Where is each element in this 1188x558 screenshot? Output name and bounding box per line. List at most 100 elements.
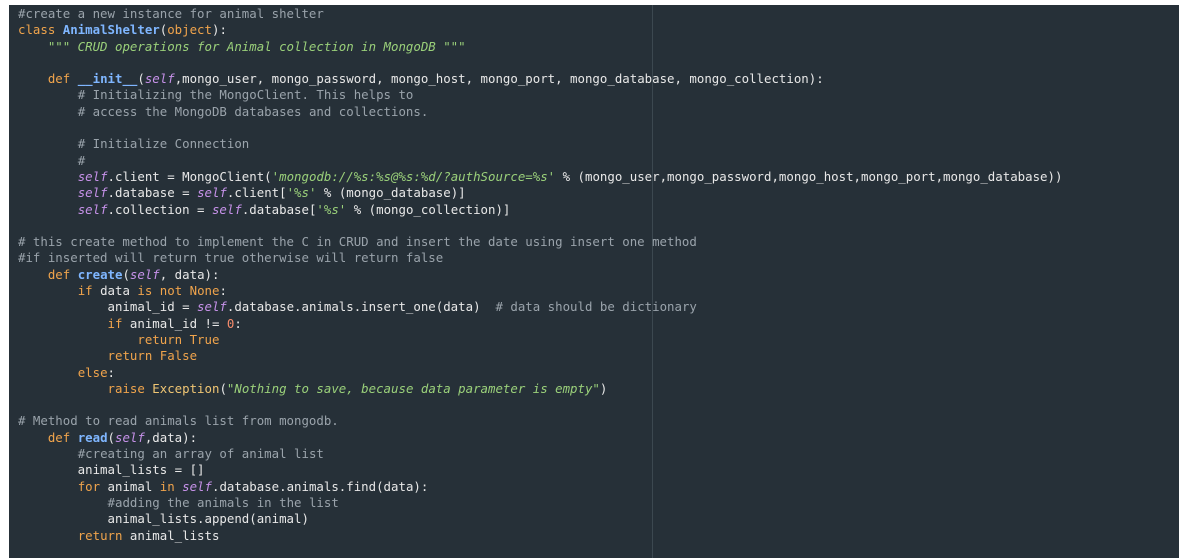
code-token: ( xyxy=(219,380,227,396)
code-line: for animal in self.database.animals.find… xyxy=(18,479,1062,495)
code-token: AnimalShelter xyxy=(62,22,160,38)
code-line: # xyxy=(18,153,1062,169)
code-token: ( xyxy=(137,71,145,87)
code-token: return True xyxy=(137,331,220,347)
code-token: def xyxy=(47,71,78,87)
source-code[interactable]: #create a new instance for animal shelte… xyxy=(18,6,1062,544)
code-line: return False xyxy=(18,348,1062,364)
code-line: return animal_lists xyxy=(18,528,1062,544)
code-token: read xyxy=(77,429,108,445)
code-token: # this create method to implement the C … xyxy=(18,234,697,250)
code-line: def read(self,data): xyxy=(18,430,1062,446)
code-line: # access the MongoDB databases and colle… xyxy=(18,104,1062,120)
code-token: """ CRUD operations for Animal collectio… xyxy=(47,38,466,54)
code-line: #adding the animals in the list xyxy=(18,495,1062,511)
code-token: self xyxy=(77,201,108,217)
code-line: # Initialize Connection xyxy=(18,136,1062,152)
code-token: #create a new instance for animal shelte… xyxy=(18,6,324,21)
code-token: # Initializing the MongoClient. This hel… xyxy=(77,87,414,103)
code-token: ,mongo_user, mongo_password, mongo_host,… xyxy=(174,71,824,87)
code-token: for xyxy=(77,478,108,494)
code-token: % (mongo_database)] xyxy=(316,185,466,201)
code-token: self xyxy=(211,201,242,217)
code-line: animal_lists.append(animal) xyxy=(18,511,1062,527)
code-token: self xyxy=(144,71,175,87)
code-token: 'mongodb://%s:%s@%s:%d/?authSource=%s' xyxy=(271,168,556,184)
code-token: ): xyxy=(211,22,227,38)
code-token: in xyxy=(159,478,183,494)
code-token: def xyxy=(47,429,78,445)
code-token: % (mongo_collection)] xyxy=(346,201,511,217)
code-token: , data): xyxy=(159,266,220,282)
code-token: if xyxy=(77,283,101,299)
code-token: .collection = xyxy=(107,201,212,217)
code-token: data xyxy=(100,283,138,299)
code-token: .database = xyxy=(107,185,198,201)
code-line: if data is not None: xyxy=(18,283,1062,299)
code-token: self xyxy=(129,266,160,282)
code-line: # this create method to implement the C … xyxy=(18,234,1062,250)
code-line: #create a new instance for animal shelte… xyxy=(18,6,1062,22)
code-token: '%s' xyxy=(316,201,347,217)
code-token: #if inserted will return true otherwise … xyxy=(18,250,444,266)
code-line: self.collection = self.database['%s' % (… xyxy=(18,202,1062,218)
code-token: : xyxy=(107,364,115,380)
code-line: raise Exception("Nothing to save, becaus… xyxy=(18,381,1062,397)
code-token: raise xyxy=(107,380,153,396)
code-token: self xyxy=(77,168,108,184)
code-token: # Initialize Connection xyxy=(77,136,250,152)
code-token: self xyxy=(197,185,227,201)
code-line: if animal_id != 0: xyxy=(18,316,1062,332)
code-token: ( xyxy=(107,429,115,445)
code-token: '%s' xyxy=(286,185,317,201)
code-token: animal_id != xyxy=(129,315,227,331)
code-token: ,data): xyxy=(144,429,198,445)
code-token: animal_lists = [] xyxy=(18,462,205,478)
code-token: # xyxy=(77,152,86,168)
code-line: """ CRUD operations for Animal collectio… xyxy=(18,39,1062,55)
code-token: .database.animals.find(data): xyxy=(211,478,429,494)
code-token: class xyxy=(18,22,63,38)
code-editor-pane[interactable]: #create a new instance for animal shelte… xyxy=(9,5,1179,558)
code-token: animal_lists.append(animal) xyxy=(18,511,309,527)
code-line: #if inserted will return true otherwise … xyxy=(18,250,1062,266)
code-token: animal_lists xyxy=(129,527,220,543)
code-line: animal_id = self.database.animals.insert… xyxy=(18,299,1062,315)
code-token: self xyxy=(77,185,108,201)
code-line: # Initializing the MongoClient. This hel… xyxy=(18,87,1062,103)
code-token: object xyxy=(167,22,212,38)
code-line: #creating an array of animal list xyxy=(18,446,1062,462)
code-token: .client = MongoClient( xyxy=(107,168,272,184)
code-line: else: xyxy=(18,365,1062,381)
code-line: animal_lists = [] xyxy=(18,462,1062,478)
code-line: def __init__(self,mongo_user, mongo_pass… xyxy=(18,71,1062,87)
code-token: Exception xyxy=(152,380,220,396)
code-token: __init__ xyxy=(77,71,138,87)
code-token: # data should be dictionary xyxy=(495,299,697,315)
code-token: #adding the animals in the list xyxy=(107,494,339,510)
code-token: if xyxy=(107,315,130,331)
code-token: self xyxy=(115,429,145,445)
code-token: self xyxy=(197,299,227,315)
code-token: # Method to read animals list from mongo… xyxy=(18,413,339,429)
code-token: .client[ xyxy=(226,185,287,201)
code-line: # Method to read animals list from mongo… xyxy=(18,413,1062,429)
code-token: : xyxy=(219,283,227,299)
code-token: create xyxy=(77,266,123,282)
code-token: .database.animals.insert_one(data) xyxy=(226,299,496,315)
code-token: ( xyxy=(122,266,130,282)
